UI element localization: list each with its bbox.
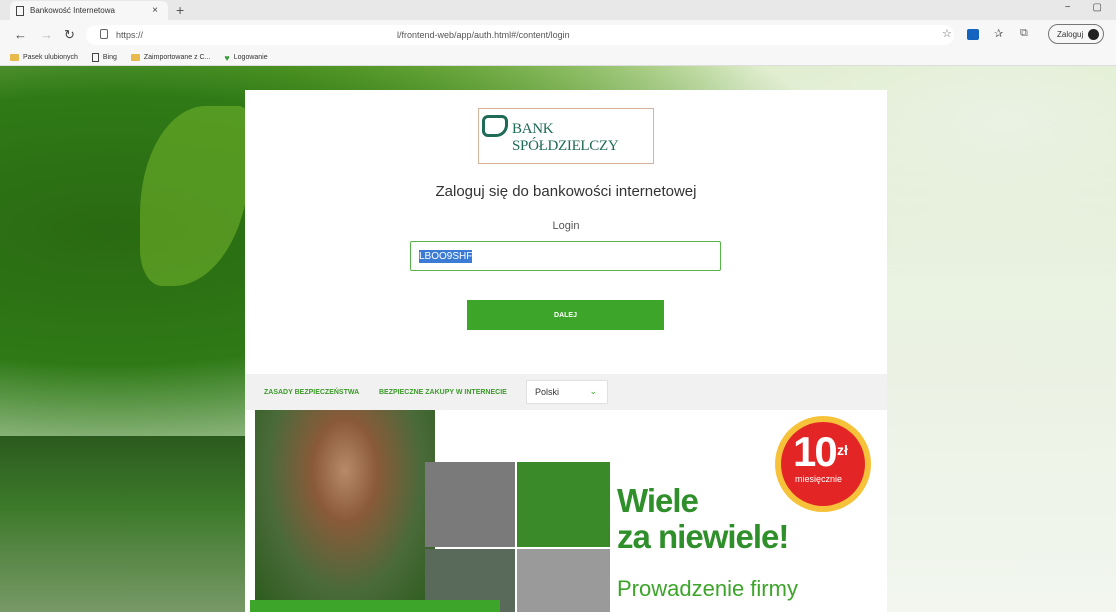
- refresh-icon[interactable]: ↻: [64, 27, 75, 43]
- bank-logo: BANK SPÓŁDZIELCZY: [478, 108, 654, 164]
- language-value: Polski: [535, 387, 560, 397]
- signin-label: Zaloguj: [1057, 29, 1084, 39]
- heart-icon: ♥: [224, 52, 230, 63]
- promo-green-strip: [250, 600, 500, 612]
- collage-photo: [425, 462, 515, 547]
- footer-links-bar: ZASADY BEZPIECZEŃSTWA BEZPIECZNE ZAKUPY …: [245, 374, 887, 410]
- promo-banner[interactable]: Wiele za niewiele! Prowadzenie firmy 10 …: [245, 410, 887, 612]
- badge-period: miesięcznie: [795, 474, 843, 484]
- lock-icon: [100, 29, 108, 39]
- back-arrow-icon[interactable]: ←: [14, 27, 27, 42]
- collage-photo: [517, 462, 610, 547]
- page-icon: [16, 5, 24, 16]
- favorite-item[interactable]: Bing: [91, 53, 117, 62]
- folder-icon: [130, 54, 140, 61]
- url-scheme: https://: [116, 30, 144, 40]
- login-field-label: Login: [552, 220, 580, 232]
- safe-shopping-link[interactable]: BEZPIECZNE ZAKUPY W INTERNECIE: [379, 389, 507, 396]
- price-badge: 10 zł miesięcznie: [781, 422, 865, 506]
- favorites-bar: Pasek ulubionych Bing Zaimportowane z C.…: [0, 50, 1116, 66]
- promo-photo-collage: [425, 462, 610, 612]
- window-controls: − ▢: [1065, 2, 1102, 13]
- url-path: l/frontend-web/app/auth.html#/content/lo…: [397, 30, 570, 40]
- minimize-button[interactable]: −: [1065, 2, 1071, 13]
- address-bar: ← → ↻ https:// l/frontend-web/app/auth.h…: [0, 20, 1116, 50]
- chevron-down-icon: ⌄: [589, 386, 597, 396]
- login-card: BANK SPÓŁDZIELCZY Zaloguj się do bankowo…: [245, 90, 887, 374]
- favorite-item[interactable]: ♥ Logowanie: [224, 53, 267, 63]
- favorite-item[interactable]: Pasek ulubionych: [10, 54, 78, 61]
- outlook-extension-icon[interactable]: [967, 29, 979, 40]
- close-tab-icon[interactable]: ×: [152, 5, 158, 16]
- bank-name: BANK SPÓŁDZIELCZY: [512, 121, 619, 154]
- favorites-list-icon[interactable]: ✰: [994, 27, 1003, 40]
- favorite-item[interactable]: Zaimportowane z C...: [130, 54, 210, 61]
- bank-shield-icon: [482, 115, 508, 137]
- browser-tab[interactable]: Bankowość Internetowa ×: [10, 1, 168, 20]
- promo-subtitle: Prowadzenie firmy: [617, 576, 798, 601]
- page-icon: [91, 53, 99, 62]
- badge-currency: zł: [837, 442, 848, 458]
- promo-title-line2: za niewiele!: [617, 518, 789, 555]
- badge-amount: 10: [793, 428, 838, 475]
- security-rules-link[interactable]: ZASADY BEZPIECZEŃSTWA: [264, 389, 359, 396]
- restore-button[interactable]: ▢: [1093, 2, 1102, 13]
- language-select[interactable]: Polski ⌄: [526, 380, 608, 404]
- collections-icon[interactable]: ⧉: [1020, 27, 1028, 40]
- profile-signin-button[interactable]: Zaloguj: [1048, 24, 1104, 44]
- background-leaf: [140, 106, 250, 286]
- background-water: [0, 436, 250, 612]
- new-tab-button[interactable]: +: [176, 2, 184, 18]
- favorite-star-icon[interactable]: ☆: [942, 27, 952, 40]
- forward-arrow-icon[interactable]: →: [40, 27, 53, 42]
- page-viewport: BANK SPÓŁDZIELCZY Zaloguj się do bankowo…: [0, 66, 1116, 612]
- login-heading: Zaloguj się do bankowości internetowej: [435, 183, 697, 200]
- tab-title: Bankowość Internetowa: [30, 6, 115, 15]
- collage-photo: [517, 549, 610, 612]
- login-input[interactable]: LBOO9SHF: [410, 241, 721, 271]
- next-button[interactable]: DALEJ: [467, 300, 664, 330]
- login-input-value: LBOO9SHF: [419, 249, 473, 263]
- promo-title-line1: Wiele: [617, 482, 699, 519]
- browser-tab-bar: Bankowość Internetowa × + − ▢: [0, 0, 1116, 20]
- folder-icon: [10, 54, 19, 61]
- avatar-icon: [1088, 29, 1099, 40]
- promo-photo-woman: [255, 410, 435, 612]
